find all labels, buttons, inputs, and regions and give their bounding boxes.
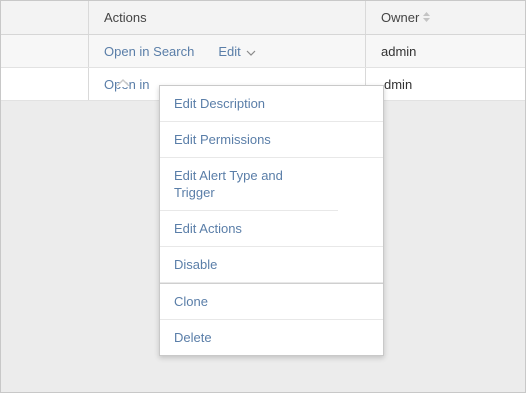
owner-cell: dmin	[384, 68, 412, 100]
alerts-table-panel: Actions Owner Open in Search Edit admin	[0, 0, 526, 393]
menu-item-edit-actions[interactable]: Edit Actions	[160, 211, 383, 247]
column-header-actions-label: Actions	[104, 10, 147, 25]
owner-cell: admin	[381, 35, 416, 67]
menu-item-delete[interactable]: Delete	[160, 320, 383, 355]
actions-cell: Open in Search Edit	[104, 35, 256, 67]
column-header-owner[interactable]: Owner	[381, 1, 431, 34]
menu-item-edit-permissions[interactable]: Edit Permissions	[160, 122, 383, 158]
dropdown-caret-fill	[117, 81, 129, 87]
owner-value: admin	[381, 43, 417, 59]
column-separator	[365, 35, 366, 67]
column-header-actions: Actions	[104, 1, 147, 34]
table-header-row: Actions Owner	[1, 1, 525, 35]
menu-item-disable[interactable]: Disable	[160, 247, 383, 283]
edit-dropdown-toggle[interactable]: Edit	[218, 43, 256, 59]
owner-value: dmin	[384, 76, 413, 92]
open-in-search-link[interactable]: Open in Search	[104, 44, 194, 59]
menu-item-clone[interactable]: Clone	[160, 283, 383, 320]
column-header-owner-label: Owner	[381, 10, 420, 25]
column-separator	[365, 1, 366, 34]
edit-dropdown-menu: Edit Description Edit Permissions Edit A…	[159, 85, 384, 356]
menu-item-edit-description[interactable]: Edit Description	[160, 86, 383, 122]
sort-icon[interactable]	[423, 11, 431, 24]
column-separator	[88, 1, 89, 34]
menu-item-edit-alert-type-and-trigger[interactable]: Edit Alert Type and Trigger	[160, 158, 338, 211]
table-row: Open in Search Edit admin	[1, 35, 525, 68]
column-separator	[88, 35, 89, 67]
edit-label: Edit	[218, 43, 241, 59]
chevron-down-icon	[246, 48, 256, 59]
column-separator	[88, 68, 89, 100]
